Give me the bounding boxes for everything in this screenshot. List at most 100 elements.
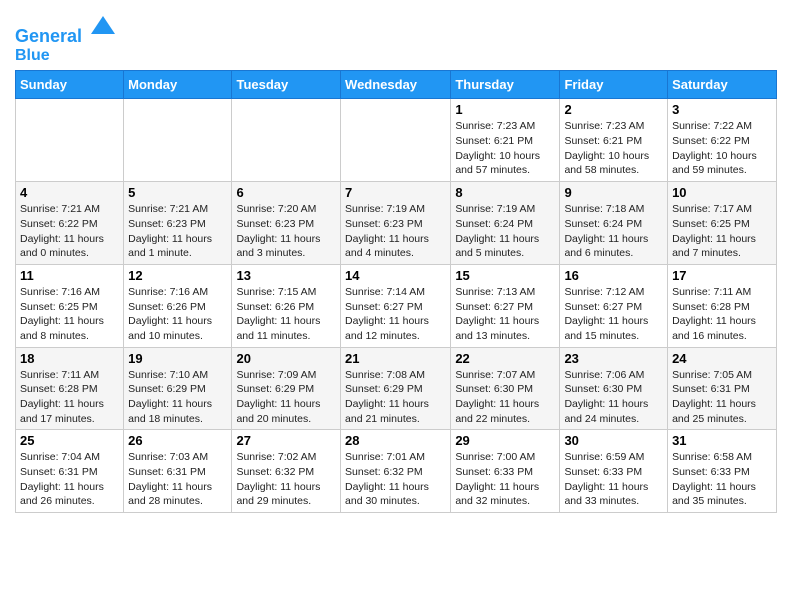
calendar-cell: 24 Sunrise: 7:05 AMSunset: 6:31 PMDayligh… [668,347,777,430]
day-info: Sunrise: 7:21 AMSunset: 6:22 PMDaylight:… [20,202,119,261]
calendar-week-row: 25 Sunrise: 7:04 AMSunset: 6:31 PMDayligh… [16,430,777,513]
day-number: 25 [20,433,119,448]
calendar-cell: 11 Sunrise: 7:16 AMSunset: 6:25 PMDayligh… [16,264,124,347]
day-number: 29 [455,433,555,448]
day-info: Sunrise: 6:58 AMSunset: 6:33 PMDaylight:… [672,450,772,509]
day-number: 1 [455,102,555,117]
calendar-cell: 18 Sunrise: 7:11 AMSunset: 6:28 PMDayligh… [16,347,124,430]
calendar-cell: 13 Sunrise: 7:15 AMSunset: 6:26 PMDayligh… [232,264,341,347]
calendar-cell: 9 Sunrise: 7:18 AMSunset: 6:24 PMDaylight… [560,182,668,265]
day-header-tuesday: Tuesday [232,71,341,99]
day-number: 10 [672,185,772,200]
logo: General Blue [15,14,117,64]
day-info: Sunrise: 7:16 AMSunset: 6:26 PMDaylight:… [128,285,227,344]
calendar-cell: 4Sunrise: 7:21 AMSunset: 6:22 PMDaylight… [16,182,124,265]
calendar-cell: 31 Sunrise: 6:58 AMSunset: 6:33 PMDayligh… [668,430,777,513]
day-number: 15 [455,268,555,283]
calendar-cell: 21 Sunrise: 7:08 AMSunset: 6:29 PMDayligh… [341,347,451,430]
calendar-cell: 10Sunrise: 7:17 AMSunset: 6:25 PMDayligh… [668,182,777,265]
day-info: Sunrise: 7:16 AMSunset: 6:25 PMDaylight:… [20,285,119,344]
day-number: 21 [345,351,446,366]
calendar-cell [124,99,232,182]
day-info: Sunrise: 7:19 AMSunset: 6:23 PMDaylight:… [345,202,446,261]
day-info: Sunrise: 7:03 AMSunset: 6:31 PMDaylight:… [128,450,227,509]
day-number: 23 [564,351,663,366]
day-info: Sunrise: 7:04 AMSunset: 6:31 PMDaylight:… [20,450,119,509]
day-header-saturday: Saturday [668,71,777,99]
calendar-cell: 22Sunrise: 7:07 AMSunset: 6:30 PMDayligh… [451,347,560,430]
day-info: Sunrise: 7:15 AMSunset: 6:26 PMDaylight:… [236,285,336,344]
day-info: Sunrise: 7:06 AMSunset: 6:30 PMDaylight:… [564,368,663,427]
day-info: Sunrise: 6:59 AMSunset: 6:33 PMDaylight:… [564,450,663,509]
calendar-cell: 25 Sunrise: 7:04 AMSunset: 6:31 PMDayligh… [16,430,124,513]
day-header-wednesday: Wednesday [341,71,451,99]
day-number: 18 [20,351,119,366]
page-header: General Blue [15,10,777,64]
day-number: 14 [345,268,446,283]
day-info: Sunrise: 7:18 AMSunset: 6:24 PMDaylight:… [564,202,663,261]
day-info: Sunrise: 7:23 AMSunset: 6:21 PMDaylight:… [455,119,555,178]
calendar-cell: 3Sunrise: 7:22 AMSunset: 6:22 PMDaylight… [668,99,777,182]
calendar-cell: 1 Sunrise: 7:23 AMSunset: 6:21 PMDaylight… [451,99,560,182]
calendar-cell: 17 Sunrise: 7:11 AMSunset: 6:28 PMDayligh… [668,264,777,347]
calendar-cell [232,99,341,182]
day-info: Sunrise: 7:00 AMSunset: 6:33 PMDaylight:… [455,450,555,509]
calendar-cell: 14Sunrise: 7:14 AMSunset: 6:27 PMDayligh… [341,264,451,347]
calendar-cell: 30 Sunrise: 6:59 AMSunset: 6:33 PMDayligh… [560,430,668,513]
calendar-cell: 28 Sunrise: 7:01 AMSunset: 6:32 PMDayligh… [341,430,451,513]
day-header-monday: Monday [124,71,232,99]
day-number: 24 [672,351,772,366]
day-header-sunday: Sunday [16,71,124,99]
calendar-cell: 8 Sunrise: 7:19 AMSunset: 6:24 PMDaylight… [451,182,560,265]
calendar-header-row: SundayMondayTuesdayWednesdayThursdayFrid… [16,71,777,99]
day-number: 13 [236,268,336,283]
day-number: 6 [236,185,336,200]
day-info: Sunrise: 7:02 AMSunset: 6:32 PMDaylight:… [236,450,336,509]
day-number: 7 [345,185,446,200]
day-number: 2 [564,102,663,117]
logo-general: General [15,26,82,46]
day-number: 16 [564,268,663,283]
day-number: 22 [455,351,555,366]
calendar-cell: 16 Sunrise: 7:12 AMSunset: 6:27 PMDayligh… [560,264,668,347]
calendar-cell: 26 Sunrise: 7:03 AMSunset: 6:31 PMDayligh… [124,430,232,513]
calendar-week-row: 11 Sunrise: 7:16 AMSunset: 6:25 PMDayligh… [16,264,777,347]
day-number: 8 [455,185,555,200]
day-number: 11 [20,268,119,283]
day-number: 9 [564,185,663,200]
day-number: 5 [128,185,227,200]
day-info: Sunrise: 7:09 AMSunset: 6:29 PMDaylight:… [236,368,336,427]
day-info: Sunrise: 7:11 AMSunset: 6:28 PMDaylight:… [20,368,119,427]
day-number: 17 [672,268,772,283]
day-header-friday: Friday [560,71,668,99]
day-number: 30 [564,433,663,448]
day-number: 20 [236,351,336,366]
calendar-cell: 29 Sunrise: 7:00 AMSunset: 6:33 PMDayligh… [451,430,560,513]
day-info: Sunrise: 7:05 AMSunset: 6:31 PMDaylight:… [672,368,772,427]
calendar-table: SundayMondayTuesdayWednesdayThursdayFrid… [15,70,777,513]
day-info: Sunrise: 7:08 AMSunset: 6:29 PMDaylight:… [345,368,446,427]
day-number: 27 [236,433,336,448]
day-info: Sunrise: 7:20 AMSunset: 6:23 PMDaylight:… [236,202,336,261]
day-info: Sunrise: 7:11 AMSunset: 6:28 PMDaylight:… [672,285,772,344]
day-info: Sunrise: 7:01 AMSunset: 6:32 PMDaylight:… [345,450,446,509]
day-number: 26 [128,433,227,448]
logo-icon [89,14,117,42]
day-number: 12 [128,268,227,283]
calendar-cell: 19Sunrise: 7:10 AMSunset: 6:29 PMDayligh… [124,347,232,430]
day-number: 31 [672,433,772,448]
day-header-thursday: Thursday [451,71,560,99]
day-info: Sunrise: 7:21 AMSunset: 6:23 PMDaylight:… [128,202,227,261]
calendar-cell: 27 Sunrise: 7:02 AMSunset: 6:32 PMDayligh… [232,430,341,513]
day-number: 28 [345,433,446,448]
day-info: Sunrise: 7:19 AMSunset: 6:24 PMDaylight:… [455,202,555,261]
day-info: Sunrise: 7:23 AMSunset: 6:21 PMDaylight:… [564,119,663,178]
calendar-week-row: 18 Sunrise: 7:11 AMSunset: 6:28 PMDayligh… [16,347,777,430]
day-info: Sunrise: 7:13 AMSunset: 6:27 PMDaylight:… [455,285,555,344]
calendar-cell: 2 Sunrise: 7:23 AMSunset: 6:21 PMDaylight… [560,99,668,182]
day-info: Sunrise: 7:22 AMSunset: 6:22 PMDaylight:… [672,119,772,178]
calendar-cell: 7 Sunrise: 7:19 AMSunset: 6:23 PMDaylight… [341,182,451,265]
day-info: Sunrise: 7:12 AMSunset: 6:27 PMDaylight:… [564,285,663,344]
calendar-cell [16,99,124,182]
calendar-week-row: 1 Sunrise: 7:23 AMSunset: 6:21 PMDaylight… [16,99,777,182]
